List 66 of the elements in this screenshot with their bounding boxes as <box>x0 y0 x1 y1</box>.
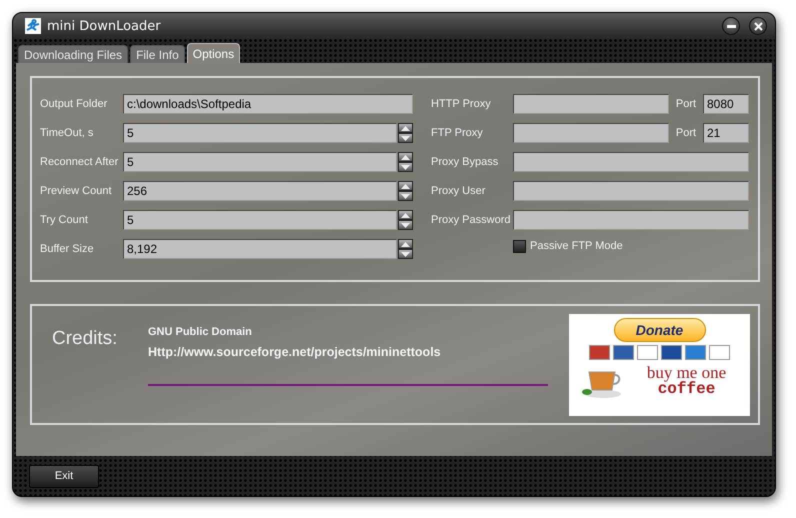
input-field[interactable]: c:\downloads\Softpedia <box>123 94 413 114</box>
close-button[interactable] <box>749 17 767 35</box>
donate-button[interactable]: Donate <box>614 318 706 342</box>
payment-card-icon <box>637 345 658 360</box>
close-icon <box>754 22 762 30</box>
tab[interactable]: Options <box>186 43 240 63</box>
port-field[interactable]: 21 <box>703 123 749 143</box>
exit-button[interactable]: Exit <box>29 464 99 488</box>
tab[interactable]: File Info <box>130 45 185 63</box>
spinner-control[interactable] <box>398 239 413 259</box>
input-field[interactable] <box>513 94 669 114</box>
minimize-button[interactable] <box>722 17 740 35</box>
credits-heading: Credits: <box>52 328 118 350</box>
project-link[interactable]: Http://www.sourceforge.net/projects/mininettools <box>148 345 548 359</box>
input-field[interactable] <box>513 181 749 201</box>
up-arrow-icon[interactable] <box>398 123 413 133</box>
field-label: Try Count <box>40 214 89 226</box>
number-field[interactable]: 5 <box>123 123 397 143</box>
number-field[interactable]: 5 <box>123 152 397 172</box>
up-arrow-icon[interactable] <box>398 152 413 162</box>
down-arrow-icon[interactable] <box>398 133 413 143</box>
input-field[interactable] <box>513 152 749 172</box>
payment-card-icon <box>661 345 682 360</box>
spinner-control[interactable] <box>398 123 413 143</box>
tab[interactable]: Downloading Files <box>18 45 128 63</box>
slogan-text: buy me one <box>646 364 726 380</box>
spinner-control[interactable] <box>398 181 413 201</box>
port-label: Port <box>674 98 698 110</box>
down-arrow-icon[interactable] <box>398 162 413 172</box>
payment-card-icon <box>613 345 634 360</box>
down-arrow-icon[interactable] <box>398 220 413 230</box>
input-field[interactable] <box>513 123 669 143</box>
field-label: HTTP Proxy <box>431 98 492 110</box>
field-label: Reconnect After <box>40 156 120 168</box>
number-field[interactable]: 256 <box>123 181 397 201</box>
up-arrow-icon[interactable] <box>398 239 413 249</box>
field-label: Buffer Size <box>40 243 95 255</box>
field-label: FTP Proxy <box>431 127 484 139</box>
slogan-text: coffee <box>658 380 716 396</box>
field-label: Output Folder <box>40 98 108 110</box>
field-label: Proxy Bypass <box>431 156 500 168</box>
up-arrow-icon[interactable] <box>398 210 413 220</box>
license-text: GNU Public Domain <box>148 326 253 338</box>
donate-banner[interactable]: Donate buy me one coffee <box>569 314 750 416</box>
checkbox-label: Passive FTP Mode <box>530 240 624 252</box>
runner-icon <box>25 18 41 34</box>
down-arrow-icon[interactable] <box>398 249 413 259</box>
payment-card-icon <box>685 345 706 360</box>
field-label: Proxy Password <box>431 214 512 226</box>
window-title: mini DownLoader <box>47 18 162 34</box>
up-arrow-icon[interactable] <box>398 181 413 191</box>
payment-card-icon <box>589 345 610 360</box>
field-label: TimeOut, s <box>40 127 94 139</box>
input-field[interactable] <box>513 210 749 230</box>
spinner-control[interactable] <box>398 152 413 172</box>
payment-card-icon <box>709 345 730 360</box>
port-field[interactable]: 8080 <box>703 94 749 114</box>
spinner-control[interactable] <box>398 210 413 230</box>
down-arrow-icon[interactable] <box>398 191 413 201</box>
checkbox[interactable] <box>513 240 526 252</box>
field-label: Preview Count <box>40 185 113 197</box>
port-label: Port <box>674 127 698 139</box>
number-field[interactable]: 5 <box>123 210 397 230</box>
number-field[interactable]: 8,192 <box>123 239 397 259</box>
field-label: Proxy User <box>431 185 486 197</box>
minimize-icon <box>726 24 736 28</box>
